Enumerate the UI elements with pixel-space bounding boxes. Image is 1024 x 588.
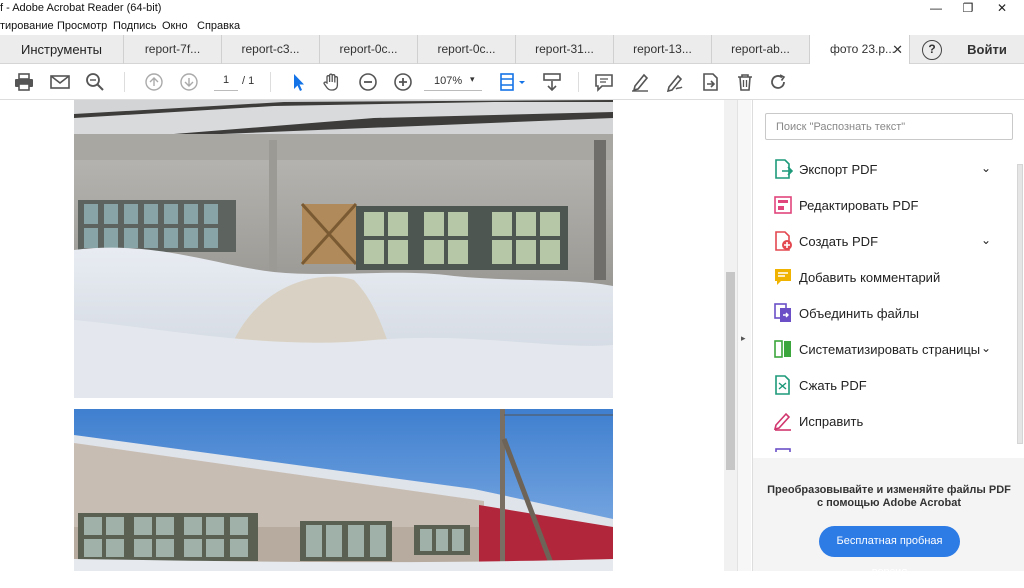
toolbar-separator — [124, 72, 125, 92]
chevron-down-icon[interactable]: ⌄ — [981, 341, 991, 355]
tab-document[interactable]: report-31... — [516, 35, 614, 64]
promo-box: Преобразовывайте и изменяйте файлы PDF с… — [753, 458, 1024, 578]
tab-document[interactable]: report-0c... — [418, 35, 516, 64]
search-icon[interactable] — [84, 72, 106, 92]
tab-document[interactable]: report-13... — [614, 35, 712, 64]
scroll-thumb[interactable] — [726, 272, 735, 470]
tab-close-icon[interactable]: ✕ — [892, 35, 903, 64]
document-photo-building-sky — [74, 409, 613, 571]
tools-search-input[interactable]: Поиск "Распознать текст" — [765, 113, 1013, 140]
scroll-mode-icon[interactable] — [541, 72, 563, 92]
title-bar: f - Adobe Acrobat Reader (64-bit) — ❐ ✕ — [0, 0, 1024, 18]
tool-combine-files[interactable]: Объединить файлы — [753, 296, 1015, 332]
page-number-input[interactable]: 1 — [214, 74, 238, 91]
tool-fill-sign[interactable]: Исправить — [753, 404, 1015, 440]
highlight-icon[interactable] — [629, 72, 651, 92]
tab-document[interactable]: report-7f... — [124, 35, 222, 64]
minimize-button[interactable]: — — [920, 0, 952, 18]
select-cursor-icon[interactable] — [287, 72, 309, 92]
tool-create-pdf[interactable]: Создать PDF ⌄ — [753, 224, 1015, 260]
menu-sign[interactable]: Подпись — [113, 20, 157, 32]
page-total: / 1 — [242, 75, 255, 87]
hand-icon[interactable] — [321, 72, 343, 92]
tab-document-active[interactable]: фото 23.p... ✕ — [810, 35, 910, 65]
comment-tool-icon — [773, 267, 793, 287]
promo-line-2: с помощью Adobe Acrobat — [816, 497, 962, 509]
tab-document[interactable]: report-0c... — [320, 35, 418, 64]
chevron-down-icon[interactable]: ⌄ — [981, 233, 991, 247]
menu-bar: тирование Просмотр Подпись Окно Справка — [0, 18, 1024, 35]
tab-document[interactable]: report-c3... — [222, 35, 320, 64]
document-scrollbar[interactable] — [724, 100, 737, 571]
close-window-button[interactable]: ✕ — [986, 0, 1018, 18]
restore-button[interactable]: ❐ — [952, 0, 984, 18]
combine-files-icon — [773, 303, 793, 323]
zoom-in-icon[interactable] — [392, 72, 414, 92]
tools-panel: Поиск "Распознать текст" Экспорт PDF ⌄ Р… — [752, 100, 1024, 578]
toolbar: 1 / 1 107% ▾ — [0, 64, 1024, 100]
zoom-value: 107% — [434, 75, 463, 87]
edit-pdf-icon — [773, 195, 793, 215]
delete-icon[interactable] — [734, 72, 756, 92]
tool-label: Ф — [799, 450, 809, 452]
tool-label: Добавить комментарий — [799, 270, 941, 285]
rotate-icon[interactable] — [768, 72, 790, 92]
tab-active-label: фото 23.p... — [830, 42, 896, 56]
email-icon[interactable] — [49, 72, 71, 92]
menu-window[interactable]: Окно — [162, 20, 188, 32]
tools-scroll-thumb[interactable] — [1017, 164, 1023, 444]
tool-label: Редактировать PDF — [799, 198, 919, 213]
tool-label: Сжать PDF — [799, 378, 867, 393]
menu-edit[interactable]: тирование — [0, 20, 54, 32]
tool-organize-pages[interactable]: Систематизировать страницы ⌄ — [753, 332, 1015, 368]
sign-in-button[interactable]: Войти — [950, 35, 1024, 64]
tool-export-pdf[interactable]: Экспорт PDF ⌄ — [753, 152, 1015, 188]
tool-more[interactable]: Ф — [753, 440, 1015, 452]
tool-label: Создать PDF — [799, 234, 879, 249]
tool-label: Систематизировать страницы — [799, 342, 981, 357]
menu-help[interactable]: Справка — [197, 20, 240, 32]
more-tool-icon — [773, 447, 793, 452]
share-icon[interactable] — [699, 72, 721, 92]
zoom-out-icon[interactable] — [357, 72, 379, 92]
help-icon[interactable]: ? — [922, 40, 942, 60]
promo-line-1: Преобразовывайте и изменяйте файлы PDF — [767, 484, 1011, 496]
fit-page-icon[interactable] — [498, 72, 528, 92]
page-down-icon[interactable] — [178, 72, 200, 92]
tool-label: Экспорт PDF — [799, 162, 878, 177]
chevron-down-icon: ▾ — [470, 74, 475, 84]
create-pdf-icon — [773, 231, 793, 251]
toolbar-separator — [270, 72, 271, 92]
tool-compress-pdf[interactable]: Сжать PDF — [753, 368, 1015, 404]
tool-add-comment[interactable]: Добавить комментарий — [753, 260, 1015, 296]
page-up-icon[interactable] — [143, 72, 165, 92]
promo-text: Преобразовывайте и изменяйте файлы PDF с… — [753, 484, 1024, 510]
print-icon[interactable] — [13, 72, 35, 92]
tab-tools[interactable]: Инструменты — [0, 35, 124, 64]
tab-document[interactable]: report-ab... — [712, 35, 810, 64]
organize-pages-icon — [773, 339, 793, 359]
chevron-right-icon: ▸ — [741, 333, 746, 343]
comment-icon[interactable] — [593, 72, 615, 92]
panel-collapse-toggle[interactable]: ▸ — [737, 100, 751, 571]
export-pdf-icon — [773, 159, 794, 179]
document-photo-building — [74, 100, 613, 398]
tools-list: Экспорт PDF ⌄ Редактировать PDF Создать … — [753, 152, 1015, 452]
sign-icon[interactable] — [664, 72, 686, 93]
compress-pdf-icon — [773, 375, 793, 395]
fill-sign-icon — [773, 411, 793, 431]
free-trial-button[interactable]: Бесплатная пробная версия — [819, 526, 960, 578]
window-title: f - Adobe Acrobat Reader (64-bit) — [0, 2, 162, 14]
tool-label: Исправить — [799, 414, 864, 429]
tool-edit-pdf[interactable]: Редактировать PDF — [753, 188, 1015, 224]
tools-scrollbar[interactable] — [1015, 152, 1024, 458]
chevron-down-icon[interactable]: ⌄ — [981, 161, 991, 175]
toolbar-separator — [578, 72, 579, 92]
tool-label: Объединить файлы — [799, 306, 919, 321]
menu-view[interactable]: Просмотр — [57, 20, 107, 32]
document-view[interactable] — [0, 100, 724, 571]
tab-bar: Инструменты report-7f... report-c3... re… — [0, 35, 1024, 65]
zoom-select[interactable]: 107% ▾ — [424, 74, 482, 91]
